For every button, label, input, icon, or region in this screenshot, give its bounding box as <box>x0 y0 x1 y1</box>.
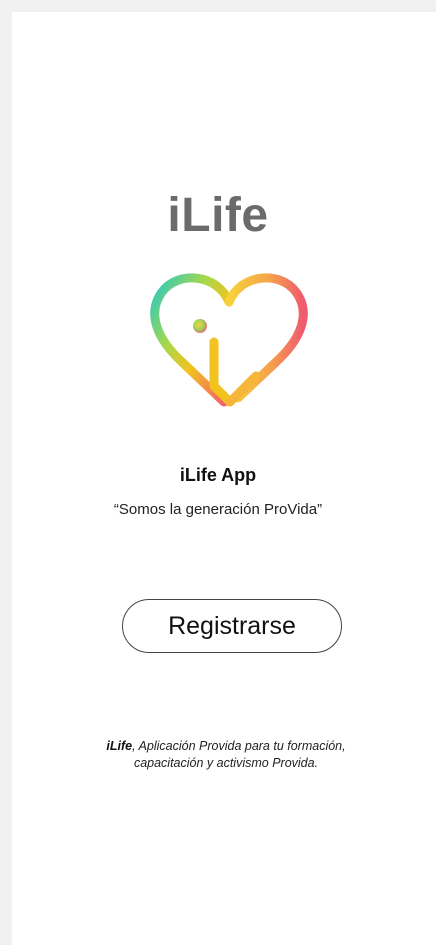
register-button[interactable]: Registrarse <box>122 599 342 653</box>
brand-title: iLife <box>167 189 269 242</box>
footer-brand: iLife <box>106 739 133 753</box>
tagline-text: “Somos la generación ProVida” <box>113 501 323 518</box>
app-name-heading: iLife App <box>179 465 257 485</box>
footer-description: iLife, Aplicación Provida para tu formac… <box>106 738 346 772</box>
footer-text: , Aplicación Provida para tu formación, … <box>132 739 346 770</box>
heart-i-logo-icon <box>138 262 320 414</box>
